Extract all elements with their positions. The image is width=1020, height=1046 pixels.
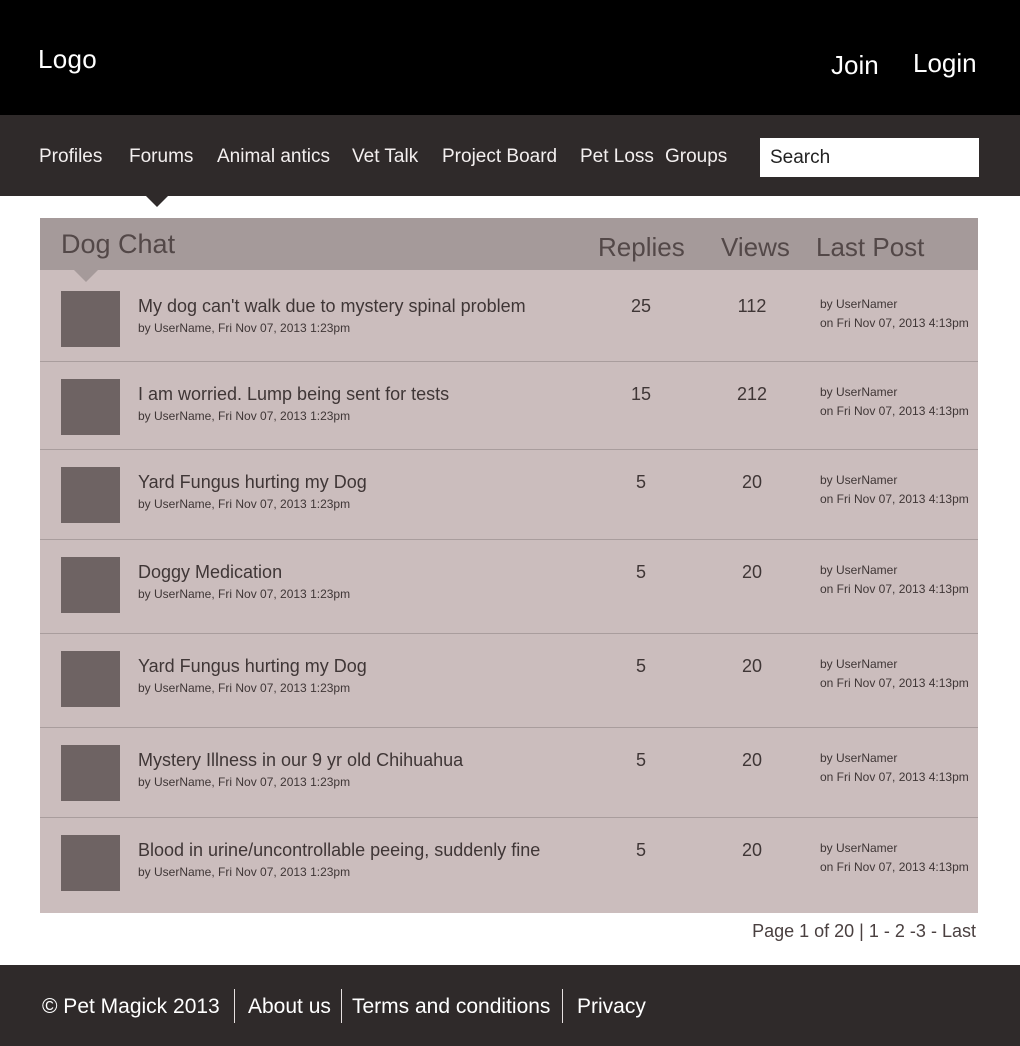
active-nav-indicator (146, 196, 168, 207)
site-logo[interactable]: Logo (38, 44, 97, 75)
pagination-summary: Page 1 of 20 | (752, 921, 864, 941)
last-post-date: on Fri Nov 07, 2013 4:13pm (820, 316, 969, 330)
topic-replies-count: 5 (635, 656, 646, 676)
footer-divider (562, 989, 563, 1023)
pagination-separator: - (883, 921, 890, 941)
page-link-1[interactable]: 1 (869, 921, 879, 941)
topic-title-link[interactable]: Yard Fungus hurting my Dog (138, 656, 367, 677)
copyright-text: © Pet Magick 2013 (42, 995, 220, 1018)
topic-views-count: 20 (741, 656, 763, 676)
footer-divider (234, 989, 235, 1023)
nav-item-pet-loss[interactable]: Pet Loss (580, 146, 654, 168)
page-link-last[interactable]: Last (942, 921, 976, 941)
search-input[interactable] (760, 138, 979, 177)
last-post-date: on Fri Nov 07, 2013 4:13pm (820, 492, 969, 506)
topic-views-count: 212 (736, 384, 768, 404)
topic-title-link[interactable]: Doggy Medication (138, 562, 282, 583)
top-bar: Logo Join Login (0, 0, 1020, 115)
column-header-views[interactable]: Views (721, 232, 790, 263)
nav-item-forums[interactable]: Forums (129, 146, 193, 168)
column-header-replies[interactable]: Replies (598, 232, 685, 263)
topic-author-meta: by UserName, Fri Nov 07, 2013 1:23pm (138, 681, 351, 695)
topic-row[interactable]: My dog can't walk due to mystery spinal … (40, 270, 978, 362)
topic-row[interactable]: Doggy Medication by UserName, Fri Nov 07… (40, 540, 978, 634)
last-post-author[interactable]: by UserNamer (820, 841, 897, 855)
nav-item-profiles[interactable]: Profiles (39, 146, 102, 168)
topic-title-link[interactable]: I am worried. Lump being sent for tests (138, 384, 449, 405)
last-post-date: on Fri Nov 07, 2013 4:13pm (820, 676, 969, 690)
last-post-date: on Fri Nov 07, 2013 4:13pm (820, 770, 969, 784)
topic-views-count: 20 (741, 750, 763, 770)
topic-views-count: 20 (741, 840, 763, 860)
join-link[interactable]: Join (831, 50, 879, 81)
topic-replies-count: 5 (635, 750, 646, 770)
pagination-separator: - (930, 921, 937, 941)
nav-item-project-board[interactable]: Project Board (442, 146, 557, 168)
footer-link-terms[interactable]: Terms and conditions (352, 995, 550, 1019)
topic-author-meta: by UserName, Fri Nov 07, 2013 1:23pm (138, 865, 351, 879)
last-post-author[interactable]: by UserNamer (820, 751, 897, 765)
last-post-author[interactable]: by UserNamer (820, 297, 897, 311)
pagination: Page 1 of 20 | 1 - 2 -3 - Last (680, 921, 976, 942)
topic-title-link[interactable]: Blood in urine/uncontrollable peeing, su… (138, 840, 540, 861)
topic-row[interactable]: Yard Fungus hurting my Dog by UserName, … (40, 450, 978, 540)
topic-row[interactable]: I am worried. Lump being sent for tests … (40, 362, 978, 450)
topic-author-meta: by UserName, Fri Nov 07, 2013 1:23pm (138, 775, 351, 789)
topic-thumbnail (61, 379, 120, 435)
topic-thumbnail (61, 835, 120, 891)
topic-author-meta: by UserName, Fri Nov 07, 2013 1:23pm (138, 321, 351, 335)
forum-title: Dog Chat (61, 229, 176, 259)
topic-row[interactable]: Blood in urine/uncontrollable peeing, su… (40, 818, 978, 913)
nav-item-animal-antics[interactable]: Animal antics (217, 146, 330, 168)
topic-views-count: 20 (741, 562, 763, 582)
topic-author-meta: by UserName, Fri Nov 07, 2013 1:23pm (138, 587, 351, 601)
topic-thumbnail (61, 651, 120, 707)
topic-thumbnail (61, 291, 120, 347)
footer-divider (341, 989, 342, 1023)
last-post-date: on Fri Nov 07, 2013 4:13pm (820, 582, 969, 596)
last-post-author[interactable]: by UserNamer (820, 563, 897, 577)
topic-replies-count: 5 (635, 562, 646, 582)
last-post-author[interactable]: by UserNamer (820, 473, 897, 487)
column-header-last-post[interactable]: Last Post (816, 232, 924, 263)
topic-title-link[interactable]: Yard Fungus hurting my Dog (138, 472, 367, 493)
last-post-date: on Fri Nov 07, 2013 4:13pm (820, 860, 969, 874)
footer-link-about-us[interactable]: About us (248, 995, 331, 1019)
forum-topic-table: Dog Chat Replies Views Last Post My dog … (40, 218, 978, 913)
topic-replies-count: 5 (635, 840, 646, 860)
topic-views-count: 112 (737, 296, 767, 316)
site-footer: © Pet Magick 2013 About us Terms and con… (0, 965, 1020, 1046)
footer-link-privacy[interactable]: Privacy (577, 995, 646, 1019)
forum-table-header: Dog Chat Replies Views Last Post (40, 218, 978, 270)
topic-thumbnail (61, 745, 120, 801)
page-link-3[interactable]: 3 (916, 921, 926, 941)
topic-thumbnail (61, 557, 120, 613)
topic-replies-count: 25 (630, 296, 652, 316)
last-post-date: on Fri Nov 07, 2013 4:13pm (820, 404, 969, 418)
nav-item-vet-talk[interactable]: Vet Talk (352, 146, 418, 168)
topic-row[interactable]: Yard Fungus hurting my Dog by UserName, … (40, 634, 978, 728)
topic-replies-count: 15 (630, 384, 652, 404)
topic-author-meta: by UserName, Fri Nov 07, 2013 1:23pm (138, 409, 351, 423)
login-link[interactable]: Login (913, 48, 977, 79)
topic-title-link[interactable]: My dog can't walk due to mystery spinal … (138, 296, 526, 317)
nav-item-groups[interactable]: Groups (665, 146, 727, 168)
topic-replies-count: 5 (635, 472, 646, 492)
last-post-author[interactable]: by UserNamer (820, 385, 897, 399)
last-post-author[interactable]: by UserNamer (820, 657, 897, 671)
page-link-2[interactable]: 2 (895, 921, 905, 941)
topic-row[interactable]: Mystery Illness in our 9 yr old Chihuahu… (40, 728, 978, 818)
topic-author-meta: by UserName, Fri Nov 07, 2013 1:23pm (138, 497, 351, 511)
topic-views-count: 20 (741, 472, 763, 492)
topic-title-link[interactable]: Mystery Illness in our 9 yr old Chihuahu… (138, 750, 463, 771)
main-nav: Profiles Forums Animal antics Vet Talk P… (0, 115, 1020, 207)
topic-thumbnail (61, 467, 120, 523)
